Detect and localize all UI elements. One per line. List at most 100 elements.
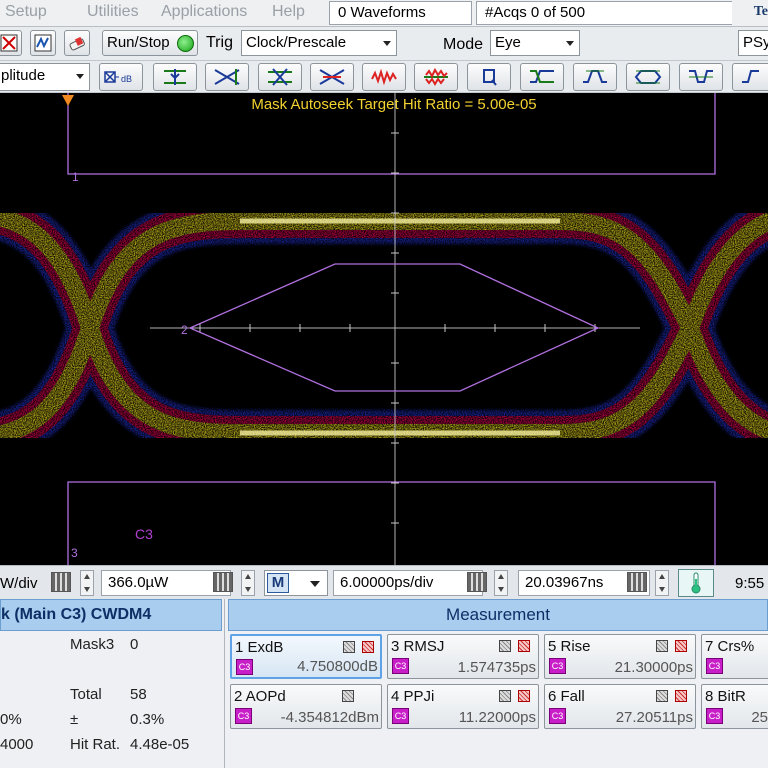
settings-icon[interactable] [343, 641, 355, 653]
settings-icon[interactable] [499, 640, 511, 652]
keypad-icon[interactable] [51, 572, 71, 592]
level-icon[interactable] [153, 63, 197, 91]
measurement-card-exdb[interactable]: 1 ExdB C3 4.750800dB [230, 634, 382, 679]
tolerance-label: ± [70, 711, 79, 728]
settings-icon[interactable] [656, 640, 668, 652]
total-value: 58 [130, 686, 147, 703]
hit-ratio-readout: Mask Autoseek Target Hit Ratio = 5.00e-0… [251, 96, 537, 113]
m-button: M [267, 573, 289, 593]
close-icon[interactable] [362, 641, 374, 653]
measurement-value: 21.30000ps [614, 659, 693, 676]
measurement-card-crossing[interactable]: 7 Crs% C3 [701, 634, 768, 679]
source-badge: C3 [236, 659, 253, 675]
hit-ratio-value: 4.48e-05 [130, 736, 190, 753]
trigger-select[interactable]: Clock/Prescale [241, 30, 397, 56]
close-icon[interactable] [675, 690, 687, 702]
menu-help[interactable]: Help [272, 3, 305, 21]
measurement-card-rise[interactable]: 5 Rise C3 21.30000ps [544, 634, 696, 679]
margin-percent: 0% [0, 711, 22, 728]
run-indicator-icon [177, 35, 194, 52]
math-select[interactable]: M [264, 570, 328, 596]
amplitude-value: plitude [1, 67, 46, 84]
menu-bar: Setup Utilities Applications Help 0 Wave… [0, 0, 768, 27]
time-scale-field[interactable]: 6.00000ps/div [333, 570, 483, 596]
measure-toolbar: plitude dB [0, 61, 768, 93]
mask-label-3: 3 [71, 546, 78, 560]
spread-icon[interactable] [414, 63, 458, 91]
spinner-icon[interactable] [655, 570, 669, 596]
mask3-label: Mask3 [70, 636, 115, 653]
close-icon[interactable] [518, 690, 530, 702]
measurement-panel: Measurement 1 ExdB C3 4.750800dB 2 AOPd … [225, 599, 768, 768]
run-stop-label: Run/Stop [107, 34, 170, 51]
keypad-icon[interactable] [213, 572, 233, 592]
eye-icon[interactable] [626, 63, 670, 91]
measurement-header: Measurement [228, 599, 768, 631]
measurement-value: 4.750800dB [297, 658, 378, 675]
menu-setup[interactable]: Setup [5, 3, 47, 21]
measurement-card-rmsj[interactable]: 3 RMSJ C3 1.574735ps [387, 634, 539, 679]
settings-icon[interactable] [656, 690, 668, 702]
noise-icon[interactable] [362, 63, 406, 91]
brand-logo: Te [753, 4, 768, 19]
spinner-icon[interactable] [80, 570, 94, 596]
measurement-value: -4.354812dBm [280, 709, 379, 726]
clear-data-icon[interactable] [64, 30, 90, 56]
pulse-neg-icon[interactable] [679, 63, 723, 91]
eye-height-icon[interactable] [258, 63, 302, 91]
measurement-card-fall[interactable]: 6 Fall C3 27.20511ps [544, 684, 696, 729]
mode-select[interactable]: Eye [490, 30, 580, 56]
spinner-icon[interactable] [241, 570, 255, 596]
measurement-name: 4 PPJi [391, 688, 435, 705]
status-bar: W/div 366.0µW M 6.00000ps/div 20.03967ns… [0, 565, 768, 599]
spinner-icon[interactable] [494, 570, 508, 596]
close-icon[interactable] [518, 640, 530, 652]
source-badge: C3 [392, 658, 409, 674]
eye-width-icon[interactable] [310, 63, 354, 91]
waveform-display[interactable] [0, 93, 768, 565]
measurement-card-bitrate[interactable]: 8 BitR C3 25 [701, 684, 768, 729]
run-stop-button[interactable]: Run/Stop [102, 30, 198, 56]
chevron-down-icon [76, 74, 84, 79]
mask-panel-header[interactable]: k (Main C3) CWDM4 [0, 599, 222, 631]
settings-icon[interactable] [342, 690, 354, 702]
db-label: dB [121, 74, 132, 84]
measurement-name: 2 AOPd [234, 688, 286, 705]
extinction-db-button[interactable]: dB [99, 63, 143, 91]
close-icon[interactable] [675, 640, 687, 652]
vertical-scale-field[interactable]: 366.0µW [101, 570, 231, 596]
chevron-down-icon [383, 41, 391, 46]
thermometer-icon[interactable] [678, 569, 714, 597]
autoset-icon[interactable] [30, 30, 56, 56]
keypad-icon[interactable] [627, 572, 647, 592]
sample-count: 4000 [0, 736, 34, 753]
clock-time: 9:55 [735, 575, 765, 592]
mask-panel: k (Main C3) CWDM4 Mask3 0 Total 58 0% ± … [0, 599, 225, 768]
mask-label-1: 1 [72, 170, 79, 184]
psy-label: PSy [743, 34, 768, 51]
amplitude-select[interactable]: plitude [0, 63, 90, 91]
keypad-icon[interactable] [467, 572, 487, 592]
step-icon[interactable] [732, 63, 768, 91]
measurement-value: 25 [751, 709, 768, 726]
measurement-value: 27.20511ps [615, 709, 693, 726]
box-icon[interactable] [467, 63, 511, 91]
close-all-icon[interactable] [0, 30, 22, 56]
settings-icon[interactable] [499, 690, 511, 702]
rise-edge-icon[interactable] [520, 63, 564, 91]
psy-button[interactable]: PSy [738, 30, 768, 56]
source-badge: C3 [235, 708, 252, 724]
acquisition-count: #Acqs 0 of 500 [476, 1, 732, 25]
source-badge: C3 [392, 708, 409, 724]
menu-applications[interactable]: Applications [161, 3, 247, 21]
measurement-name: 7 Crs% [705, 638, 755, 655]
measurement-card-ppji[interactable]: 4 PPJi C3 11.22000ps [387, 684, 539, 729]
fall-edge-icon[interactable] [573, 63, 617, 91]
mode-label: Mode [443, 36, 484, 53]
menu-utilities[interactable]: Utilities [87, 3, 139, 21]
chevron-down-icon [566, 41, 574, 46]
measurement-card-aopd[interactable]: 2 AOPd C3 -4.354812dBm [230, 684, 382, 729]
crossing-icon[interactable] [205, 63, 249, 91]
trigger-value: Clock/Prescale [246, 34, 347, 51]
eye-diagram [0, 93, 768, 565]
